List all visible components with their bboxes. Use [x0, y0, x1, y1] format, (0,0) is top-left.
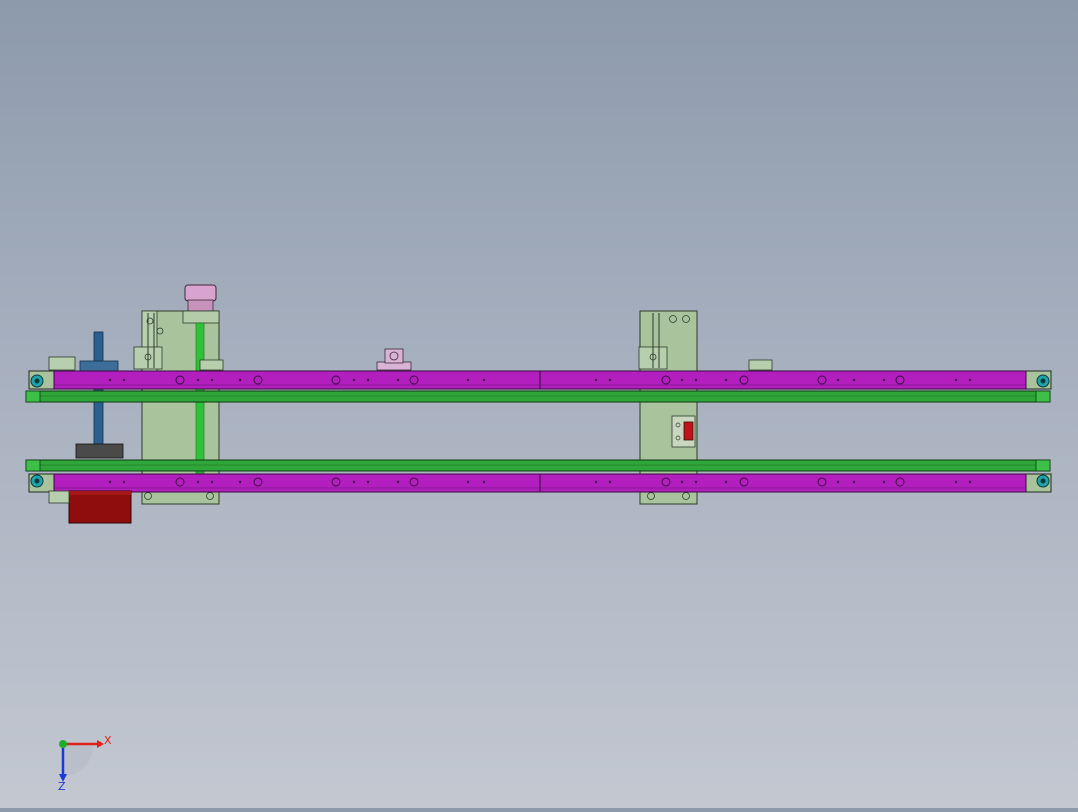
y-axis-dot	[59, 740, 67, 748]
x-axis-label: X	[104, 734, 112, 747]
cad-model-view: X Z	[25, 284, 1052, 793]
drive-pulley	[182, 284, 220, 324]
end-bracket-top	[48, 356, 76, 371]
bracket-small-1	[199, 359, 224, 371]
bottom-conveyor-rail	[28, 473, 1052, 493]
drive-motor	[68, 490, 132, 524]
pillow-block-bearing	[376, 348, 412, 371]
end-bracket-bottom	[48, 490, 70, 504]
top-conveyor-belt	[25, 390, 1051, 403]
bottom-conveyor-belt	[25, 459, 1051, 472]
z-axis-label: Z	[58, 780, 66, 793]
coordinate-triad: X Z	[58, 734, 112, 793]
bracket-small-2	[748, 359, 773, 371]
proximity-sensor	[671, 415, 696, 448]
top-conveyor-rail	[28, 370, 1052, 390]
graphics-viewport[interactable]: X Z	[0, 0, 1078, 808]
